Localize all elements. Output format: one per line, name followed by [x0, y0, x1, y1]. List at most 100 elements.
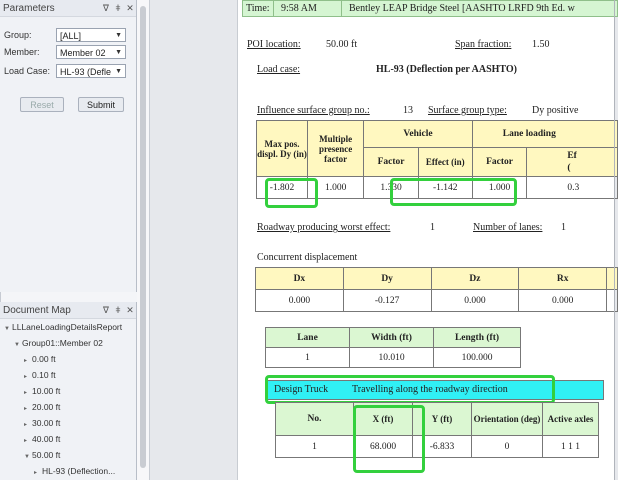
- poi-value: 50.00 ft: [326, 39, 358, 50]
- tree-item-label: 40.00 ft: [32, 434, 61, 444]
- cell-dy: -0.127: [342, 289, 432, 312]
- isg-label: Influence surface group no.:: [257, 105, 370, 116]
- col-lane-factor: Factor: [471, 147, 528, 177]
- tree-item-label: 30.00 ft: [32, 418, 61, 428]
- tree-item-label: 0.10 ft: [32, 370, 56, 380]
- poi-label: POI location:: [247, 39, 301, 50]
- col-dx: Dx: [255, 267, 344, 290]
- expand-arrow-icon[interactable]: ▸: [24, 373, 32, 380]
- col-lane: Lane: [265, 327, 350, 348]
- cell-no: 1: [275, 435, 354, 458]
- cell-dz: 0.000: [430, 289, 520, 312]
- tree-item-label: HL-93 (Deflection...: [42, 466, 116, 476]
- col-lane-effect-unit: (: [567, 163, 571, 173]
- expand-arrow-icon[interactable]: ▸: [24, 437, 32, 444]
- concurrent-title: Concurrent displacement: [257, 252, 358, 263]
- group-row: Group: [ALL] ▼: [4, 28, 126, 42]
- dock-pin-icon[interactable]: ǂ: [112, 3, 124, 13]
- group-select[interactable]: [ALL] ▼: [56, 28, 126, 42]
- tree-item-poi[interactable]: ▸ 0.00 ft: [24, 354, 56, 364]
- lane-table: Lane Width (ft) Length (ft) 1 10.010 100…: [265, 327, 521, 368]
- col-orientation: Orientation (deg): [471, 402, 543, 436]
- tree-item-poi[interactable]: ▸ 20.00 ft: [24, 402, 60, 412]
- cell-dx: 0.000: [255, 289, 344, 312]
- pin-dropdown-icon[interactable]: ᐁ: [100, 3, 112, 14]
- col-lane-effect-text: Ef: [567, 151, 577, 161]
- col-rx: Rx: [518, 267, 608, 290]
- col-lane-loading: Lane loading: [471, 120, 618, 148]
- roadway-value: 1: [430, 222, 435, 233]
- col-dy: Dy: [342, 267, 432, 290]
- chevron-down-icon: ▼: [115, 49, 122, 56]
- col-partial: [606, 267, 618, 290]
- cell-lane-effect: 0.3: [526, 176, 618, 199]
- col-vehicle-effect: Effect (in): [417, 147, 473, 177]
- tree-item-loadcase[interactable]: ▸ HL-93 (Deflection...: [34, 466, 115, 476]
- expand-arrow-icon[interactable]: ▸: [24, 389, 32, 396]
- loadcase-value: HL-93 (Defle: [60, 67, 112, 77]
- expand-arrow-icon[interactable]: ▸: [24, 405, 32, 412]
- member-row: Member: Member 02 ▼: [4, 45, 126, 59]
- cell-rx: 0.000: [518, 289, 608, 312]
- col-vehicle: Vehicle: [363, 120, 473, 148]
- tree-item-label: 10.00 ft: [32, 386, 61, 396]
- divider: [341, 1, 342, 16]
- col-length: Length (ft): [433, 327, 521, 348]
- tree-item-poi[interactable]: ▸ 30.00 ft: [24, 418, 60, 428]
- program-name: Bentley LEAP Bridge Steel [AASHTO LRFD 9…: [349, 3, 575, 14]
- member-value: Member 02: [60, 48, 106, 58]
- tree-item-poi[interactable]: ▸ 10.00 ft: [24, 386, 60, 396]
- member-select[interactable]: Member 02 ▼: [56, 45, 126, 59]
- cell-lane: 1: [265, 347, 350, 368]
- submit-button[interactable]: Submit: [78, 97, 124, 112]
- dock-pin-icon[interactable]: ǂ: [112, 305, 124, 315]
- time-label: Time:: [246, 3, 270, 14]
- document-map-title: Document Map: [3, 304, 71, 316]
- document-map-header: Document Map ᐁ ǂ ✕: [0, 302, 136, 319]
- cell-length: 100.000: [433, 347, 521, 368]
- tree-item-label: 0.00 ft: [32, 354, 56, 364]
- sgt-label: Surface group type:: [428, 105, 507, 116]
- highlight-vehicle: [390, 178, 517, 206]
- chevron-down-icon: ▼: [115, 68, 122, 75]
- col-lane-effect: Ef (: [526, 147, 618, 177]
- expand-arrow-icon[interactable]: ▸: [24, 357, 32, 364]
- expand-arrow-icon[interactable]: ▸: [24, 421, 32, 428]
- close-icon[interactable]: ✕: [124, 305, 136, 316]
- collapse-arrow-icon[interactable]: ▼: [24, 454, 32, 460]
- load-case-label: Load case:: [257, 64, 301, 75]
- lanes-value: 1: [561, 222, 566, 233]
- tree-item-label: 20.00 ft: [32, 402, 61, 412]
- col-no: No.: [275, 402, 354, 436]
- close-icon[interactable]: ✕: [124, 3, 136, 14]
- cell-partial: [606, 289, 618, 312]
- tree-item-poi[interactable]: ▸ 40.00 ft: [24, 434, 60, 444]
- load-case-value: HL-93 (Deflection per AASHTO): [376, 64, 518, 75]
- scrollbar-thumb[interactable]: [140, 6, 146, 468]
- col-multiple-presence: Multiple presence factor: [306, 120, 365, 177]
- span-value: 1.50: [532, 39, 550, 50]
- col-vehicle-factor: Factor: [363, 147, 419, 177]
- chevron-down-icon: ▼: [115, 32, 122, 39]
- col-dz: Dz: [430, 267, 520, 290]
- tree-item-report[interactable]: ▼ LLLaneLoadingDetailsReport: [4, 322, 122, 332]
- tree-item-poi[interactable]: ▸ 0.10 ft: [24, 370, 56, 380]
- divider: [273, 1, 274, 16]
- cell-orientation: 0: [471, 435, 543, 458]
- span-label-text: Span fraction:: [455, 39, 512, 50]
- group-label: Group:: [4, 30, 32, 40]
- reset-button[interactable]: Reset: [20, 97, 64, 112]
- tree-item-poi[interactable]: ▼ 50.00 ft: [24, 450, 60, 460]
- cell-width: 10.010: [349, 347, 434, 368]
- collapse-arrow-icon[interactable]: ▼: [14, 342, 22, 348]
- pin-dropdown-icon[interactable]: ᐁ: [100, 305, 112, 316]
- highlight-x: [353, 405, 425, 473]
- span-label: Span fraction:: [455, 39, 511, 50]
- poi-label-text: POI location:: [247, 39, 301, 50]
- expand-arrow-icon[interactable]: ▸: [34, 469, 42, 476]
- cell-active-axles: 1 1 1: [542, 435, 599, 458]
- parameters-header: Parameters ᐁ ǂ ✕: [0, 0, 136, 17]
- collapse-arrow-icon[interactable]: ▼: [4, 326, 12, 332]
- loadcase-select[interactable]: HL-93 (Defle ▼: [56, 64, 126, 78]
- tree-item-member[interactable]: ▼ Group01::Member 02: [14, 338, 103, 348]
